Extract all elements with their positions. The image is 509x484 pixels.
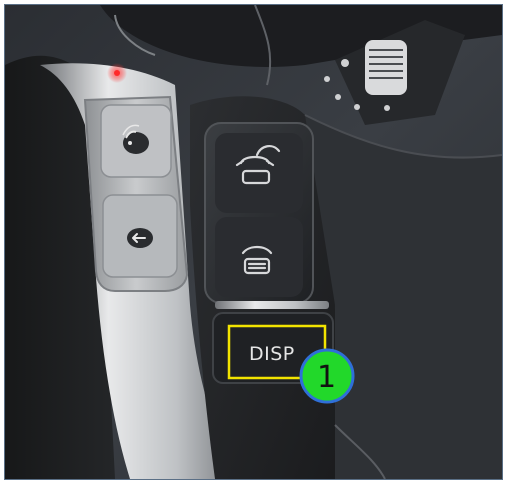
chrome-divider [215, 301, 329, 309]
steering-wheel-scene: DISP 1 [5, 5, 502, 479]
steering-wheel-photo: DISP 1 [4, 4, 503, 480]
disp-label: DISP [249, 343, 295, 365]
phone-on-hook-button[interactable] [215, 217, 303, 297]
callout-marker: 1 [299, 348, 355, 404]
voice-command-button[interactable] [100, 104, 172, 178]
phone-off-hook-button[interactable] [215, 133, 303, 213]
back-button[interactable] [102, 194, 178, 278]
back-return-icon [127, 228, 153, 248]
image-frame: DISP 1 [0, 0, 509, 484]
callout-number: 1 [317, 360, 336, 395]
